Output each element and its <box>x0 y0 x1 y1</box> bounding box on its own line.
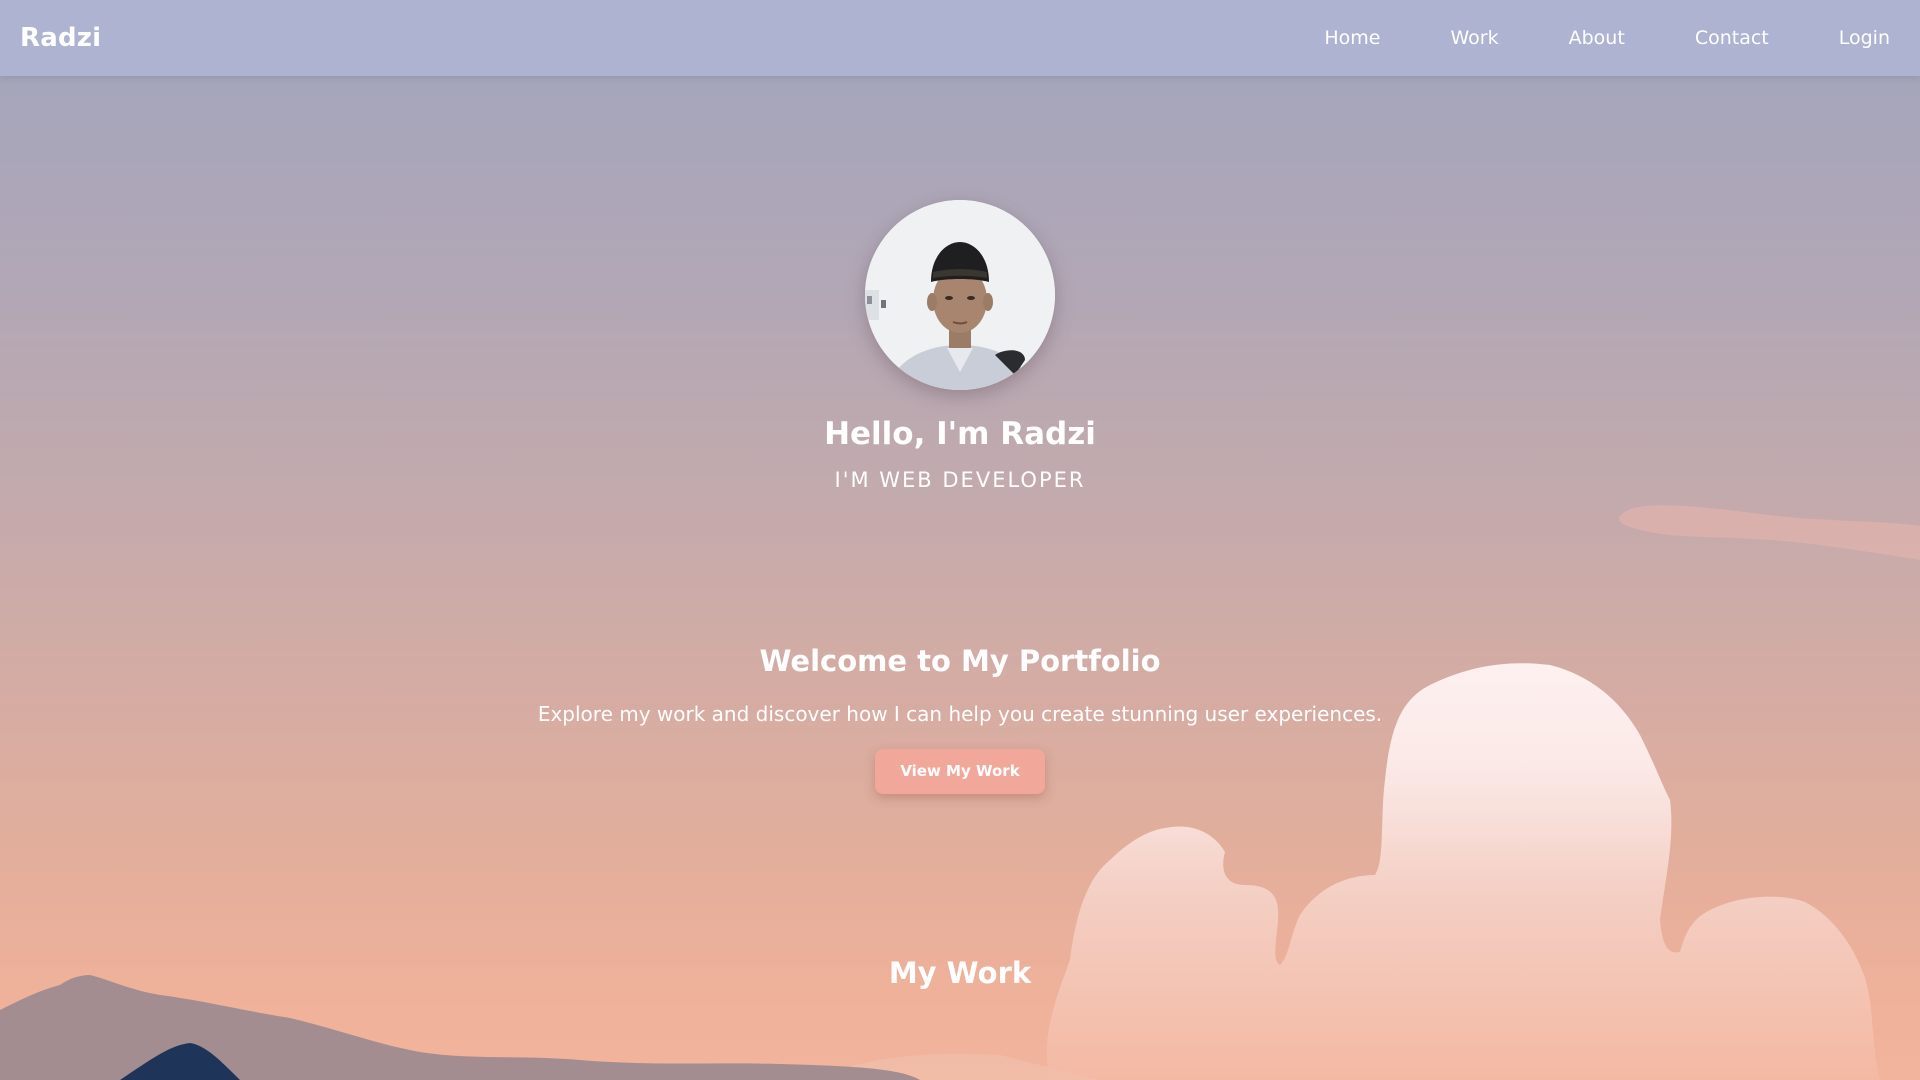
nav-link-about[interactable]: About <box>1569 27 1625 49</box>
brand-logo[interactable]: Radzi <box>20 0 101 76</box>
welcome-title: Welcome to My Portfolio <box>759 644 1161 678</box>
profile-avatar <box>865 200 1055 390</box>
welcome-description: Explore my work and discover how I can h… <box>537 702 1383 726</box>
nav-link-login[interactable]: Login <box>1839 27 1890 49</box>
portfolio-page: Radzi Home Work About Contact Login Hell… <box>0 0 1920 1080</box>
top-navbar: Radzi Home Work About Contact Login <box>0 0 1920 76</box>
hero-role-subtitle: I'M WEB DEVELOPER <box>834 468 1086 492</box>
view-my-work-button[interactable]: View My Work <box>875 749 1045 794</box>
hero-greeting: Hello, I'm Radzi <box>824 416 1096 452</box>
nav-link-work[interactable]: Work <box>1451 27 1499 49</box>
my-work-heading: My Work <box>888 956 1032 990</box>
nav-link-contact[interactable]: Contact <box>1695 27 1769 49</box>
profile-photo-illustration <box>865 200 1055 390</box>
nav-link-home[interactable]: Home <box>1324 27 1380 49</box>
hero-section: Hello, I'm Radzi I'M WEB DEVELOPER Welco… <box>0 0 1920 1080</box>
nav-links: Home Work About Contact Login <box>1254 0 1890 76</box>
